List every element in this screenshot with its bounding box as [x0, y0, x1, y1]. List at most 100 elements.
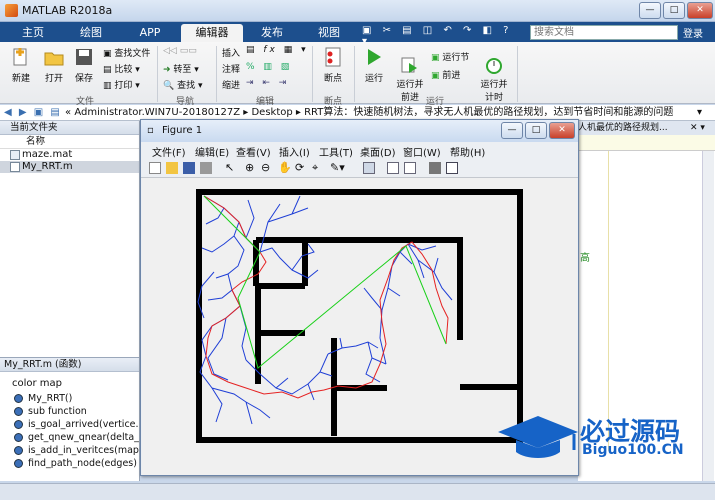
login-button[interactable]: 登录 — [683, 25, 703, 40]
editor-scrollbar[interactable] — [702, 151, 714, 481]
run-time-icon — [486, 58, 502, 74]
new-figure-icon[interactable] — [149, 162, 161, 174]
figure-close-icon[interactable]: ✕ — [549, 122, 575, 139]
nav-arrows-icon[interactable]: ◀ ▶ ▣ ▤ — [0, 107, 62, 118]
run-icon — [368, 49, 381, 65]
tab-publish[interactable]: 发布 — [248, 24, 296, 42]
outline-item[interactable]: sub function — [0, 405, 139, 418]
open-label: 打开 — [44, 74, 63, 84]
menu-insert[interactable]: 插入(I) — [279, 144, 310, 159]
find-button[interactable]: 🔍 查找 ▾ — [163, 78, 203, 91]
data-cursor-icon[interactable]: ⌖ — [312, 162, 324, 174]
menu-view[interactable]: 查看(V) — [236, 144, 271, 159]
file-name: maze.mat — [22, 149, 73, 160]
advance-label: 前进 — [442, 71, 461, 81]
comment-button[interactable]: 注释 — [222, 62, 240, 75]
outline-item[interactable]: find_path_node(edges) — [0, 457, 139, 470]
zoom-out-icon[interactable]: ⊖ — [261, 162, 273, 174]
colorbar-icon[interactable] — [387, 162, 399, 174]
show-plot-tools-icon[interactable] — [446, 162, 458, 174]
menu-tools[interactable]: 工具(T) — [319, 144, 353, 159]
link-plot-icon[interactable] — [363, 162, 375, 174]
indent-button[interactable]: 缩进 — [222, 78, 240, 91]
tree-branch — [407, 243, 453, 301]
indent-tools-icons[interactable]: ⇥ ⇤ ⇥ — [246, 78, 289, 88]
divider — [157, 46, 158, 102]
editor-toolbar-strip — [578, 135, 715, 151]
run-advance-icon — [401, 57, 417, 73]
open-file-icon[interactable] — [166, 162, 178, 174]
minimize-icon[interactable]: — — [639, 2, 661, 19]
tab-editor[interactable]: 编辑器 — [181, 24, 243, 42]
print-button[interactable]: ▥ 打印 ▾ — [103, 78, 140, 91]
print-figure-icon[interactable] — [200, 162, 212, 174]
tab-view[interactable]: 视图 — [304, 24, 354, 42]
breakpoints-button[interactable]: 断点 — [316, 46, 350, 84]
divider — [312, 46, 313, 102]
save-button[interactable]: 保存 — [70, 46, 98, 84]
outline-item[interactable]: My_RRT() — [0, 392, 139, 405]
run-button[interactable]: 运行 — [358, 46, 390, 84]
hide-plot-tools-icon[interactable] — [429, 162, 441, 174]
rotate-icon[interactable]: ⟳ — [295, 162, 307, 174]
menu-file[interactable]: 文件(F) — [152, 144, 186, 159]
tab-home[interactable]: 主页 — [8, 24, 58, 42]
figure-toolbar: ↖ ⊕ ⊖ ✋ ⟳ ⌖ ✎▾ — [141, 158, 578, 178]
comment-tools-icons[interactable]: % ▥ ▧ — [246, 62, 292, 72]
function-outline: My_RRT() sub function is_goal_arrived(vert… — [0, 392, 139, 470]
current-path[interactable]: « Administrator.WIN7U-20180127Z ▸ Deskto… — [65, 107, 673, 118]
figure-icon: ▫ — [147, 125, 154, 136]
brush-icon[interactable]: ✎▾ — [330, 162, 345, 174]
compare-icon: ▤ — [103, 65, 112, 75]
search-dropdown-icon[interactable]: ▾ — [664, 25, 669, 36]
compare-button[interactable]: ▤ 比较 ▾ — [103, 62, 140, 75]
insert-tools-icons[interactable]: ▤ fx ▦ ▾ — [246, 45, 309, 55]
open-button[interactable]: 打开 — [40, 46, 68, 84]
insert-button[interactable]: 插入 — [222, 46, 240, 59]
menu-desktop[interactable]: 桌面(D) — [360, 144, 396, 159]
figure-titlebar: ▫ Figure 1 — □ ✕ — [141, 120, 578, 142]
run-section-button[interactable]: ▣ 运行节 — [431, 50, 469, 63]
new-button[interactable]: 新建 — [6, 46, 36, 84]
advance-button[interactable]: ▣ 前进 — [431, 68, 460, 81]
outline-item[interactable]: is_add_in_veritces(map... — [0, 444, 139, 457]
m-file-icon — [10, 162, 20, 172]
list-item[interactable]: My_RRT.m — [0, 161, 139, 173]
pointer-icon[interactable]: ↖ — [225, 162, 237, 174]
nav-back-icon[interactable]: ◁◁ ▭▭ — [163, 46, 197, 56]
legend-icon[interactable] — [404, 162, 416, 174]
function-icon — [14, 459, 23, 468]
goto-icon: ➜ — [163, 65, 171, 75]
quick-access-toolbar[interactable]: ▣ ✂ ▤ ◫ ↶ ↷ ◧ ? ▾ — [362, 25, 522, 47]
save-figure-icon[interactable] — [183, 162, 195, 174]
menu-edit[interactable]: 编辑(E) — [195, 144, 229, 159]
breakpoints-icon — [325, 47, 341, 67]
path-dropdown-icon[interactable]: ▾ — [697, 105, 702, 120]
find-files-label: 查找文件 — [114, 49, 151, 59]
find-files-button[interactable]: ▣ 查找文件 — [103, 46, 150, 59]
column-name-header[interactable]: 名称 — [0, 135, 139, 149]
tree-branch — [363, 243, 425, 365]
print-label: 打印 — [114, 81, 133, 91]
divider — [354, 46, 355, 102]
menu-window[interactable]: 窗口(W) — [403, 144, 441, 159]
outline-item[interactable]: is_goal_arrived(vertice... — [0, 418, 139, 431]
figure-minimize-icon[interactable]: — — [501, 122, 523, 139]
tab-apps[interactable]: APP — [124, 24, 176, 42]
function-icon — [14, 407, 23, 416]
maximize-icon[interactable]: □ — [663, 2, 685, 19]
list-item[interactable]: maze.mat — [0, 149, 139, 161]
menu-help[interactable]: 帮助(H) — [450, 144, 485, 159]
search-input[interactable]: 搜索文档 — [530, 25, 678, 40]
outline-item[interactable]: get_qnew_qnear(delta_... — [0, 431, 139, 444]
watermark-site: Biguo100.CN — [582, 442, 684, 458]
pan-icon[interactable]: ✋ — [278, 162, 292, 174]
status-bar — [0, 483, 715, 500]
outline-item-label: My_RRT() — [28, 393, 73, 404]
zoom-in-icon[interactable]: ⊕ — [245, 162, 257, 174]
help-icon[interactable]: ✕ ▾ — [690, 123, 705, 133]
tab-plots[interactable]: 绘图 — [64, 24, 118, 42]
close-icon[interactable]: ✕ — [687, 2, 713, 19]
figure-maximize-icon[interactable]: □ — [525, 122, 547, 139]
goto-button[interactable]: ➜ 转至 ▾ — [163, 62, 199, 75]
